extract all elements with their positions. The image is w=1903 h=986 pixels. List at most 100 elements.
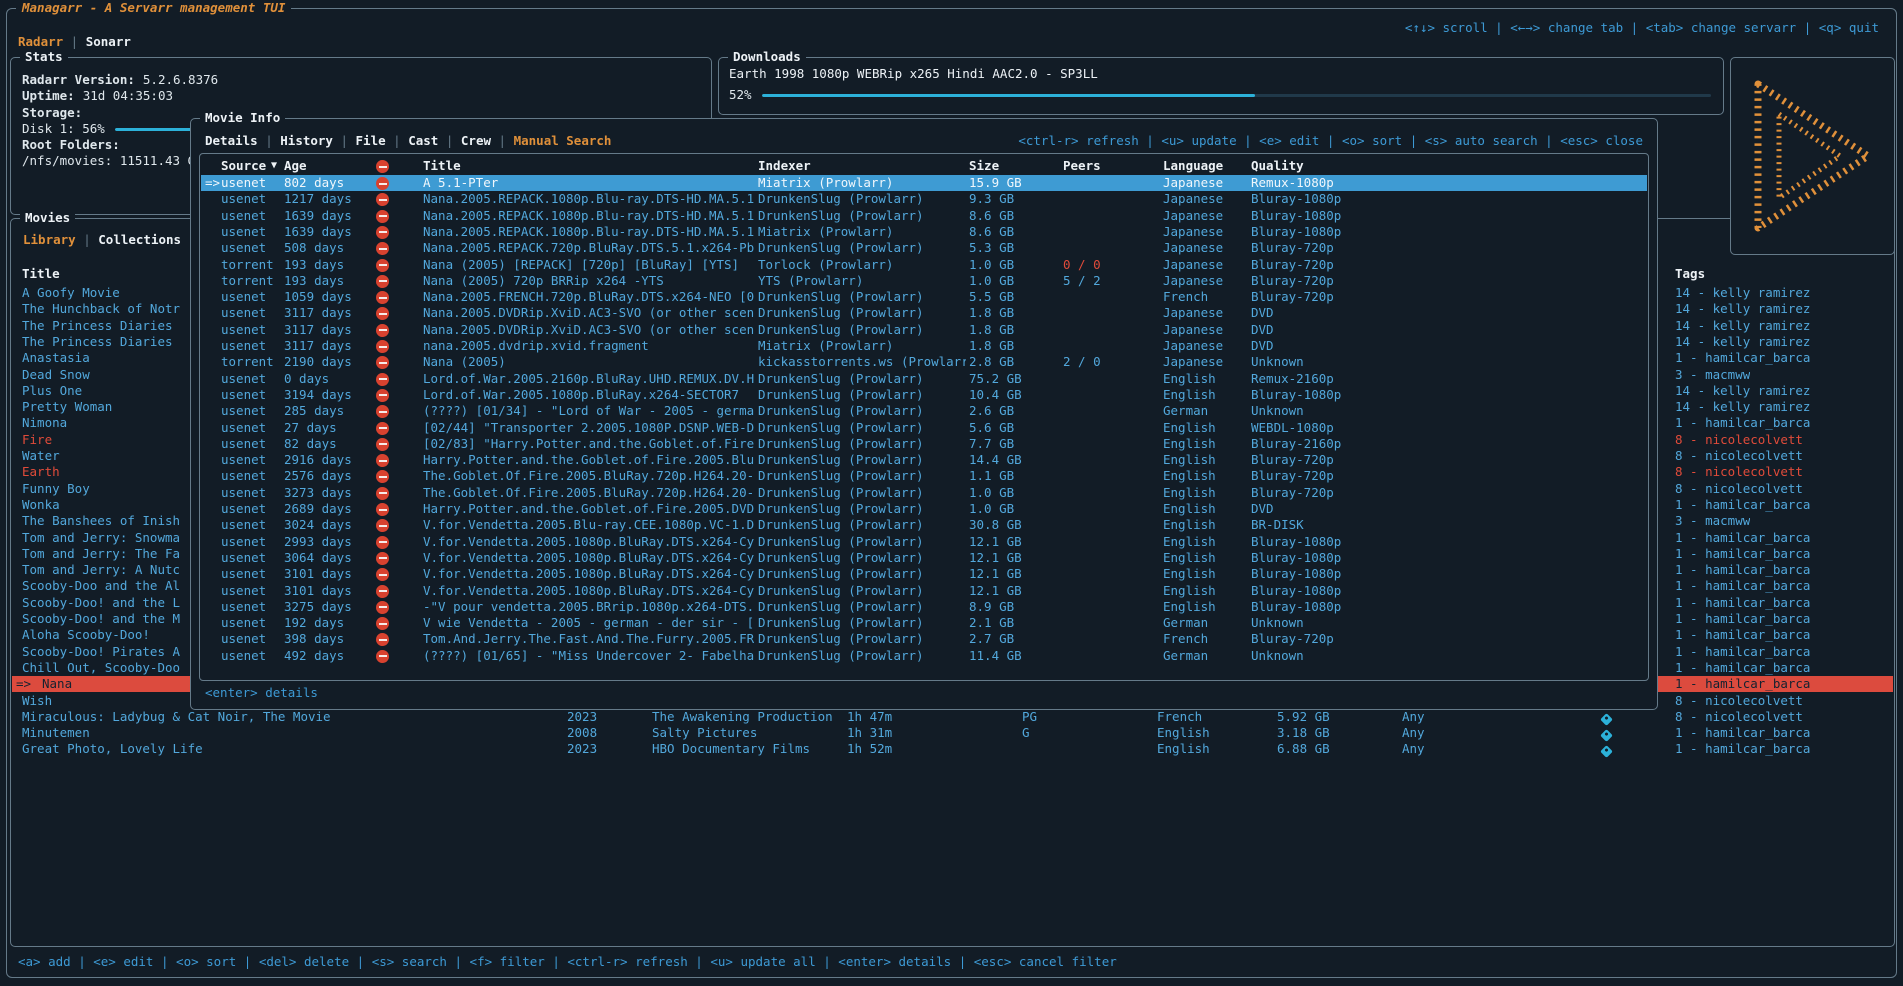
tab-file[interactable]: File <box>356 133 386 148</box>
movie-title: Tom and Jerry: A Nutc <box>22 562 180 578</box>
movie-certification: G <box>1022 725 1030 741</box>
no-entry-icon-cell <box>376 420 389 436</box>
movie-title: Wonka <box>22 497 60 513</box>
no-entry-icon <box>376 389 389 402</box>
movie-title: Aloha Scooby-Doo! <box>22 627 150 643</box>
tab-library[interactable]: Library <box>23 232 76 247</box>
search-result-row[interactable]: usenet3101 daysV.for.Vendetta.2005.1080p… <box>201 566 1647 582</box>
search-result-row[interactable]: usenet27 days[02/44] "Transporter 2.2005… <box>201 420 1647 436</box>
release-indexer: DrunkenSlug (Prowlarr) <box>758 371 924 387</box>
no-entry-icon-cell <box>376 501 389 517</box>
search-result-row[interactable]: usenet2916 daysHarry.Potter.and.the.Gobl… <box>201 452 1647 468</box>
movie-row[interactable]: Great Photo, Lovely Life2023HBO Document… <box>12 741 1893 757</box>
search-result-row[interactable]: usenet285 days(????) [01/34] - "Lord of … <box>201 403 1647 419</box>
release-title: Nana (2005) <box>423 354 506 370</box>
release-title: The.Goblet.Of.Fire.2005.BluRay.720p.H264… <box>423 485 754 501</box>
movie-tag: 1 - hamilcar_barca <box>1675 497 1810 513</box>
search-result-row[interactable]: usenet1639 daysNana.2005.REPACK.1080p.Bl… <box>201 208 1647 224</box>
tab-radarr[interactable]: Radarr <box>18 34 63 49</box>
release-source: usenet <box>221 305 266 321</box>
search-result-row[interactable]: usenet398 daysTom.And.Jerry.The.Fast.And… <box>201 631 1647 647</box>
release-size: 12.1 GB <box>969 550 1022 566</box>
search-result-row[interactable]: usenet508 daysNana.2005.REPACK.720p.BluR… <box>201 240 1647 256</box>
movie-tag: 8 - nicolecolvett <box>1675 481 1803 497</box>
search-result-row[interactable]: usenet82 days[02/83] "Harry.Potter.and.t… <box>201 436 1647 452</box>
no-entry-icon-cell <box>376 387 389 403</box>
search-result-row[interactable]: usenet3275 days-"V pour vendetta.2005.BR… <box>201 599 1647 615</box>
release-size: 5.6 GB <box>969 420 1014 436</box>
movie-row[interactable]: Minutemen2008Salty Pictures1h 31mGEnglis… <box>12 725 1893 741</box>
movie-tag: 1 - hamilcar_barca <box>1675 676 1810 692</box>
search-result-row[interactable]: usenet3194 daysLord.of.War.2005.1080p.Bl… <box>201 387 1647 403</box>
tab-cast[interactable]: Cast <box>408 133 438 148</box>
search-result-row[interactable]: torrent193 daysNana (2005) 720p BRRip x2… <box>201 273 1647 289</box>
tab-manual-search[interactable]: Manual Search <box>514 133 612 148</box>
search-result-row[interactable]: =>usenet802 daysA 5.1-PTerMiatrix (Prowl… <box>201 175 1647 191</box>
movie-tag: 14 - kelly ramirez <box>1675 285 1810 301</box>
search-result-row[interactable]: usenet3273 daysThe.Goblet.Of.Fire.2005.B… <box>201 485 1647 501</box>
search-result-row[interactable]: usenet3117 daysnana.2005.dvdrip.xvid.fra… <box>201 338 1647 354</box>
search-result-row[interactable]: usenet1217 daysNana.2005.REPACK.1080p.Bl… <box>201 191 1647 207</box>
search-result-row[interactable]: usenet2993 daysV.for.Vendetta.2005.1080p… <box>201 534 1647 550</box>
release-indexer: DrunkenSlug (Prowlarr) <box>758 403 924 419</box>
column-header-tags[interactable]: Tags <box>1675 266 1705 282</box>
search-result-row[interactable]: usenet3117 daysNana.2005.DVDRip.XviD.AC3… <box>201 322 1647 338</box>
tab-details[interactable]: Details <box>205 133 258 148</box>
column-header-indexer[interactable]: Indexer <box>758 158 811 174</box>
column-header-quality[interactable]: Quality <box>1251 158 1304 174</box>
no-entry-icon-cell <box>376 583 389 599</box>
column-header-source[interactable]: Source <box>221 158 266 174</box>
column-header-size[interactable]: Size <box>969 158 999 174</box>
search-result-row[interactable]: usenet1639 daysNana.2005.REPACK.1080p.Bl… <box>201 224 1647 240</box>
no-entry-icon <box>376 422 389 435</box>
search-result-row[interactable]: torrent193 daysNana (2005) [REPACK] [720… <box>201 257 1647 273</box>
column-header-release-title[interactable]: Title <box>423 158 461 174</box>
column-header-title[interactable]: Title <box>22 266 60 282</box>
search-result-row[interactable]: usenet3101 daysV.for.Vendetta.2005.1080p… <box>201 583 1647 599</box>
movie-title: Anastasia <box>22 350 90 366</box>
search-result-row[interactable]: usenet3117 daysNana.2005.DVDRip.XviD.AC3… <box>201 305 1647 321</box>
release-source: usenet <box>221 322 266 338</box>
search-result-row[interactable]: usenet492 days(????) [01/65] - "Miss Und… <box>201 648 1647 664</box>
search-result-row[interactable]: usenet2576 daysThe.Goblet.Of.Fire.2005.B… <box>201 468 1647 484</box>
movie-row[interactable]: Miraculous: Ladybug & Cat Noir, The Movi… <box>12 709 1893 725</box>
search-result-row[interactable]: usenet3024 daysV.for.Vendetta.2005.Blu-r… <box>201 517 1647 533</box>
tab-sonarr[interactable]: Sonarr <box>86 34 131 49</box>
release-indexer: DrunkenSlug (Prowlarr) <box>758 468 924 484</box>
search-result-row[interactable]: usenet0 daysLord.of.War.2005.2160p.BluRa… <box>201 371 1647 387</box>
release-size: 2.6 GB <box>969 403 1014 419</box>
column-header-age[interactable]: Age <box>284 158 307 174</box>
tab-crew[interactable]: Crew <box>461 133 491 148</box>
movie-tag: 14 - kelly ramirez <box>1675 318 1810 334</box>
movie-tag: 14 - kelly ramirez <box>1675 399 1810 415</box>
release-indexer: YTS (Prowlarr) <box>758 273 863 289</box>
search-result-row[interactable]: usenet3064 daysV.for.Vendetta.2005.1080p… <box>201 550 1647 566</box>
movie-info-tabs: Details | History | File | Cast | Crew |… <box>205 133 611 149</box>
release-title: Tom.And.Jerry.The.Fast.And.The.Furry.200… <box>423 631 754 647</box>
tab-history[interactable]: History <box>280 133 333 148</box>
release-source: usenet <box>221 468 266 484</box>
release-quality: DVD <box>1251 322 1274 338</box>
release-quality: Bluray-1080p <box>1251 583 1341 599</box>
tab-collections[interactable]: Collections <box>98 232 181 247</box>
tab-separator: | <box>333 133 356 148</box>
search-result-row[interactable]: torrent2190 daysNana (2005)kickasstorren… <box>201 354 1647 370</box>
release-language: Japanese <box>1163 354 1223 370</box>
no-entry-icon <box>376 177 389 190</box>
release-size: 1.8 GB <box>969 305 1014 321</box>
tab-separator: | <box>63 34 86 49</box>
search-result-row[interactable]: usenet192 daysV wie Vendetta - 2005 - ge… <box>201 615 1647 631</box>
release-size: 12.1 GB <box>969 534 1022 550</box>
release-quality: Bluray-720p <box>1251 273 1334 289</box>
movie-tag: 8 - nicolecolvett <box>1675 709 1803 725</box>
column-header-peers[interactable]: Peers <box>1063 158 1101 174</box>
search-result-row[interactable]: usenet2689 daysHarry.Potter.and.the.Gobl… <box>201 501 1647 517</box>
movie-tag: 8 - nicolecolvett <box>1675 448 1803 464</box>
movie-info-modal: Movie Info Details | History | File | Ca… <box>190 118 1658 710</box>
search-result-row[interactable]: usenet1059 daysNana.2005.FRENCH.720p.Blu… <box>201 289 1647 305</box>
release-quality: Bluray-720p <box>1251 468 1334 484</box>
movie-title: The Princess Diaries <box>22 318 173 334</box>
tag-icon-cell <box>1602 741 1611 757</box>
sort-desc-icon: ▼ <box>271 158 277 174</box>
column-header-language[interactable]: Language <box>1163 158 1223 174</box>
